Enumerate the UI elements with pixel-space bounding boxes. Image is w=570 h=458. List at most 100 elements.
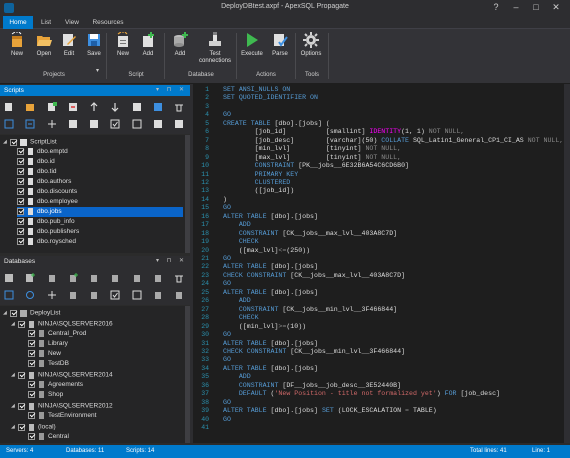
list-item[interactable]: dbo.emptd: [17, 147, 68, 157]
check-all-icon[interactable]: [110, 119, 120, 129]
parse-button[interactable]: Parse: [267, 32, 293, 58]
checkbox[interactable]: [17, 157, 24, 165]
checkbox[interactable]: [28, 411, 35, 419]
checkbox[interactable]: [17, 227, 24, 235]
checkbox[interactable]: [28, 359, 35, 367]
checkbox[interactable]: [17, 197, 24, 205]
database-icon[interactable]: [174, 290, 184, 300]
check-all-icon[interactable]: [110, 290, 120, 300]
database-node[interactable]: Agreements: [28, 380, 83, 390]
toolbar-icon[interactable]: [132, 102, 142, 112]
expand-icon[interactable]: ◢: [11, 370, 18, 380]
checkbox[interactable]: [18, 320, 25, 328]
tab-list[interactable]: List: [35, 16, 57, 29]
list-item[interactable]: dbo.discounts: [17, 187, 77, 197]
add-server-icon[interactable]: [25, 273, 36, 283]
database-node[interactable]: TestEnvironment: [28, 411, 96, 421]
checkbox[interactable]: [17, 237, 24, 245]
checkbox[interactable]: [28, 339, 35, 347]
panel-pin-close-icons[interactable]: ▾ ⊓ ✕: [156, 256, 187, 267]
list-item[interactable]: dbo.publishers: [17, 227, 79, 237]
expand-icon[interactable]: [4, 290, 14, 300]
database-node[interactable]: Library: [28, 339, 68, 349]
toolbar-icon[interactable]: [47, 119, 57, 129]
checkbox[interactable]: [28, 380, 35, 388]
checkbox[interactable]: [28, 390, 35, 398]
checkbox[interactable]: [18, 371, 25, 379]
checkbox[interactable]: [10, 309, 17, 317]
database-icon[interactable]: [132, 273, 142, 283]
edit-project-button[interactable]: Edit: [56, 32, 82, 58]
delete-icon[interactable]: [174, 273, 184, 283]
tree-root-deploylist[interactable]: ◢ DeployList: [3, 308, 60, 318]
database-node[interactable]: Central: [28, 432, 69, 442]
uncheck-all-icon[interactable]: [132, 290, 142, 300]
save-project-button[interactable]: Save: [81, 32, 107, 58]
checkbox[interactable]: [28, 349, 35, 357]
open-project-button[interactable]: Open: [31, 32, 57, 58]
database-icon[interactable]: [89, 290, 99, 300]
checkbox[interactable]: [28, 432, 35, 440]
server-node[interactable]: ◢ NINJA\SQLSERVER2012: [11, 401, 113, 411]
checkbox[interactable]: [17, 207, 24, 215]
new-project-button[interactable]: New: [4, 32, 30, 58]
toolbar-icon[interactable]: [89, 102, 99, 112]
database-icon[interactable]: [153, 290, 163, 300]
checkbox[interactable]: [17, 177, 24, 185]
checkbox[interactable]: [17, 147, 24, 155]
toolbar-icon[interactable]: [174, 119, 184, 129]
help-icon[interactable]: ?: [486, 1, 506, 14]
add-database-icon[interactable]: [68, 273, 78, 283]
checkbox[interactable]: [17, 167, 24, 175]
options-button[interactable]: Options: [298, 32, 324, 58]
toolbar-icon[interactable]: [68, 119, 78, 129]
database-node[interactable]: New: [28, 349, 61, 359]
minimize-icon[interactable]: –: [506, 1, 526, 14]
add-script-button[interactable]: Add: [135, 32, 161, 58]
tab-home[interactable]: Home: [3, 16, 33, 29]
toolbar-icon[interactable]: [110, 102, 120, 112]
toolbar-icon[interactable]: [4, 119, 14, 129]
list-item-selected[interactable]: dbo.jobs: [17, 207, 183, 217]
list-item[interactable]: dbo.employee: [17, 197, 78, 207]
new-script-button[interactable]: New: [110, 32, 136, 58]
expand-icon[interactable]: ◢: [11, 401, 18, 411]
add-database-button[interactable]: Add: [167, 32, 193, 58]
list-item[interactable]: dbo.tid: [17, 167, 57, 177]
toolbar-icon[interactable]: [174, 102, 184, 112]
list-item[interactable]: dbo.authors: [17, 177, 71, 187]
database-icon[interactable]: [47, 273, 57, 283]
checkbox[interactable]: [18, 402, 25, 410]
tab-view[interactable]: View: [61, 16, 83, 29]
toolbar-icon[interactable]: [153, 102, 163, 112]
server-node[interactable]: ◢ (local): [11, 422, 56, 432]
toolbar-icon[interactable]: [25, 119, 35, 129]
toolbar-icon[interactable]: [153, 119, 163, 129]
checkbox[interactable]: [10, 138, 17, 146]
database-icon[interactable]: [89, 273, 99, 283]
refresh-icon[interactable]: [25, 290, 35, 300]
tree-root-scriptlist[interactable]: ◢ ScriptList: [3, 137, 57, 147]
close-icon[interactable]: ✕: [546, 1, 566, 14]
toolbar-icon[interactable]: [47, 102, 57, 112]
list-item[interactable]: dbo.roysched: [17, 237, 76, 247]
server-icon[interactable]: [4, 273, 14, 283]
toolbar-icon[interactable]: [25, 102, 35, 112]
checkbox[interactable]: [17, 217, 24, 225]
panel-pin-close-icons[interactable]: ▾ ⊓ ✕: [156, 85, 187, 96]
database-node[interactable]: Shop: [28, 390, 63, 400]
list-item[interactable]: dbo.id: [17, 157, 55, 167]
test-connections-button[interactable]: Test connections: [197, 32, 233, 65]
toolbar-icon[interactable]: [4, 102, 14, 112]
tab-resources[interactable]: Resources: [88, 16, 128, 29]
database-icon[interactable]: [153, 273, 163, 283]
execute-button[interactable]: Execute: [239, 32, 265, 58]
uncheck-all-icon[interactable]: [132, 119, 142, 129]
checkbox[interactable]: [17, 187, 24, 195]
expand-icon[interactable]: ◢: [3, 137, 10, 147]
database-node[interactable]: Central_Prod: [28, 329, 86, 339]
checkbox[interactable]: [28, 329, 35, 337]
sql-editor[interactable]: 1 2 3 4 5 6 7 8 9 10 11 12 13 14 15 16 17 18 19 20 21 22 23 24 2…: [193, 84, 570, 443]
server-node[interactable]: ◢ NINJA\SQLSERVER2014: [11, 370, 113, 380]
checkbox[interactable]: [18, 423, 25, 431]
